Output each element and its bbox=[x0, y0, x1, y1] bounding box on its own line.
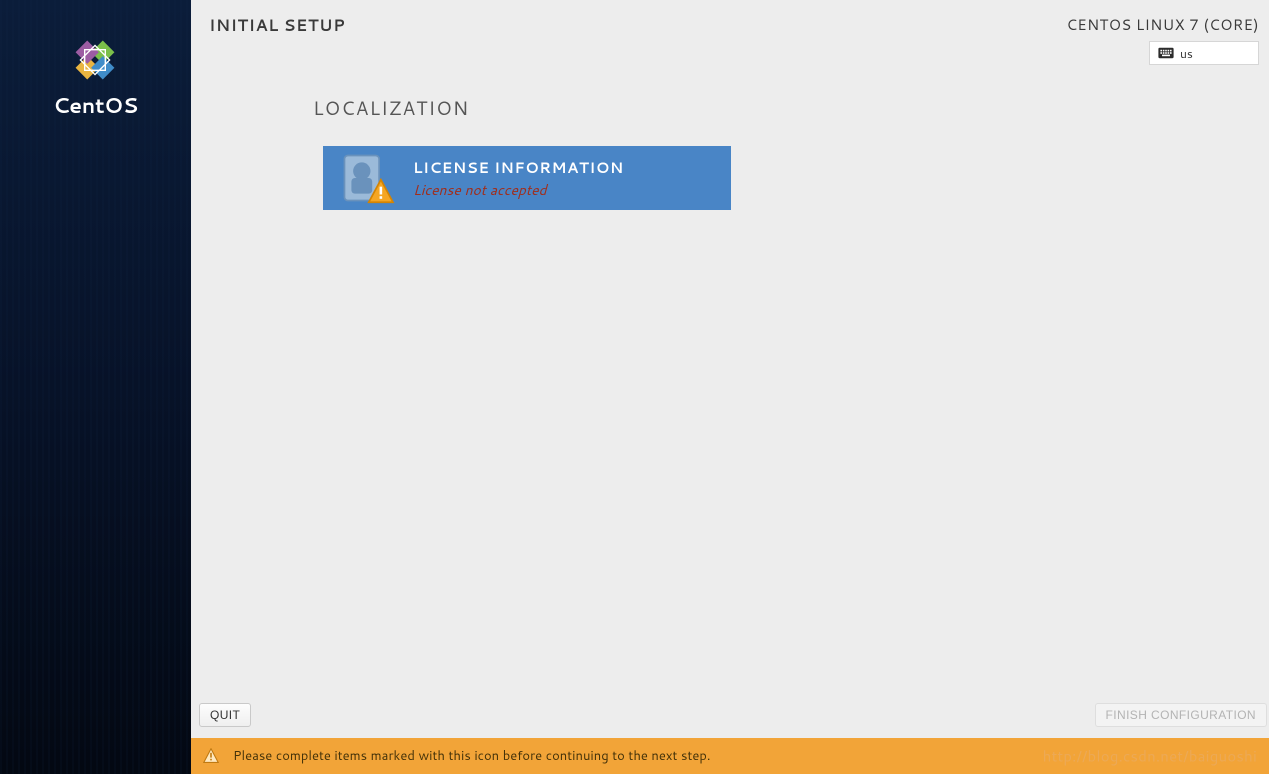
license-text-block: LICENSE INFORMATION License not accepted bbox=[413, 157, 624, 200]
license-information-spoke[interactable]: LICENSE INFORMATION License not accepted bbox=[323, 146, 731, 210]
keyboard-layout-text: us bbox=[1180, 45, 1193, 62]
brand-block: CentOS bbox=[53, 38, 138, 120]
sidebar: CentOS bbox=[0, 0, 191, 774]
brand-name: CentOS bbox=[53, 90, 138, 120]
footer-bar: Please complete items marked with this i… bbox=[191, 738, 1269, 774]
license-status: License not accepted bbox=[413, 180, 624, 200]
content-area: LOCALIZATION LICENSE INFORMATION License… bbox=[191, 65, 1269, 692]
section-title-localization: LOCALIZATION bbox=[313, 95, 1269, 122]
keyboard-icon bbox=[1158, 47, 1174, 59]
centos-logo-icon bbox=[73, 38, 117, 82]
header-right: CENTOS LINUX 7 (CORE) us bbox=[1066, 14, 1259, 65]
page-title: INITIAL SETUP bbox=[209, 14, 345, 37]
header: INITIAL SETUP CENTOS LINUX 7 (CORE) us bbox=[191, 0, 1269, 65]
warning-icon bbox=[203, 748, 219, 764]
screen: CentOS INITIAL SETUP CENTOS LINUX 7 (COR… bbox=[0, 0, 1269, 774]
quit-button[interactable]: QUIT bbox=[199, 703, 251, 727]
distro-label: CENTOS LINUX 7 (CORE) bbox=[1066, 14, 1259, 35]
license-icon bbox=[339, 152, 395, 204]
keyboard-layout-chip[interactable]: us bbox=[1149, 41, 1259, 65]
watermark-text: http://blog.csdn.net/baiguoshi bbox=[1043, 746, 1257, 767]
license-title: LICENSE INFORMATION bbox=[413, 157, 624, 178]
footer-message: Please complete items marked with this i… bbox=[233, 747, 710, 765]
button-row: QUIT FINISH CONFIGURATION bbox=[191, 692, 1269, 738]
main-area: INITIAL SETUP CENTOS LINUX 7 (CORE) us bbox=[191, 0, 1269, 774]
finish-configuration-button[interactable]: FINISH CONFIGURATION bbox=[1095, 703, 1267, 727]
